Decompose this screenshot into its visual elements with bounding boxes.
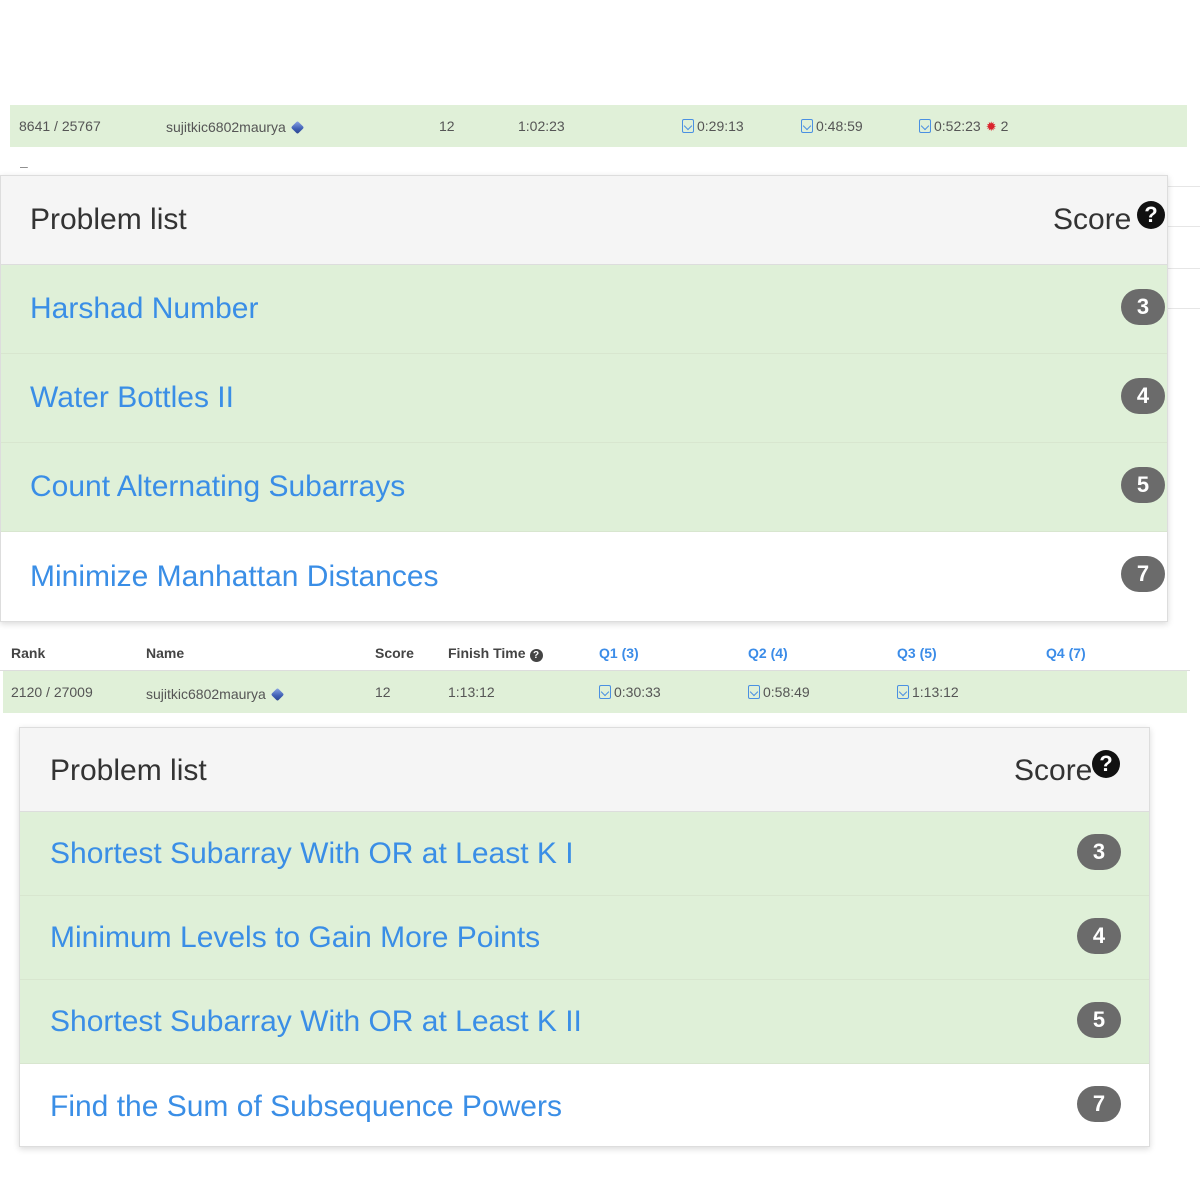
rank-value: 2120 / 27009 [11, 684, 93, 700]
finish-time-value: 1:13:12 [448, 684, 495, 700]
problem-row[interactable]: Shortest Subarray With OR at Least K I 3 [20, 812, 1149, 896]
score-badge: 7 [1121, 556, 1165, 592]
hidden-ranking-row: ‒ [10, 158, 1160, 172]
q2-submission-link[interactable]: 0:48:59 [801, 118, 863, 134]
score-column-label: Score [1053, 203, 1132, 236]
q3-bug-count: 2 [1000, 118, 1009, 134]
divider [1168, 226, 1200, 227]
score-badge: 7 [1077, 1086, 1121, 1122]
score-badge: 4 [1121, 378, 1165, 414]
submission-icon [919, 119, 931, 133]
q3-submission-link[interactable]: 0:52:23 ✹ 2 [919, 118, 1008, 135]
finish-time-value: 1:02:23 [518, 118, 565, 134]
problem-row[interactable]: Find the Sum of Subsequence Powers 7 [20, 1064, 1149, 1146]
score-badge: 3 [1077, 834, 1121, 870]
problem-row[interactable]: Water Bottles II 4 [1, 354, 1167, 443]
q3-column-header[interactable]: Q3 (5) [897, 645, 937, 661]
q1-time: 0:29:13 [697, 118, 744, 134]
problem-link[interactable]: Find the Sum of Subsequence Powers [50, 1090, 562, 1124]
ranking-row-contest-1: 8641 / 25767 sujitkic6802maurya 12 1:02:… [10, 105, 1187, 147]
problem-link[interactable]: Minimize Manhattan Distances [30, 560, 439, 594]
submission-icon [748, 685, 760, 699]
problem-link[interactable]: Water Bottles II [30, 381, 234, 415]
user-name-link[interactable]: sujitkic6802maurya [166, 119, 304, 135]
divider [1168, 308, 1200, 309]
bug-icon: ✹ [985, 119, 997, 134]
q2-column-header[interactable]: Q2 (4) [748, 645, 788, 661]
q2-submission-link[interactable]: 0:58:49 [748, 684, 810, 700]
problem-list-card-contest-2: Problem list Score ? Shortest Subarray W… [19, 727, 1150, 1147]
score-badge: 3 [1121, 289, 1165, 325]
q1-submission-link[interactable]: 0:30:33 [599, 684, 661, 700]
q1-time: 0:30:33 [614, 684, 661, 700]
score-column-header: Score [375, 645, 414, 661]
problem-list-card-contest-1: Problem list Score ? Harshad Number 3 Wa… [0, 175, 1168, 622]
ranking-row-contest-2: 2120 / 27009 sujitkic6802maurya 12 1:13:… [3, 671, 1187, 713]
score-badge: 5 [1121, 467, 1165, 503]
problem-link[interactable]: Minimum Levels to Gain More Points [50, 921, 540, 955]
score-badge: 4 [1077, 918, 1121, 954]
problem-link[interactable]: Harshad Number [30, 292, 258, 326]
problem-row[interactable]: Minimize Manhattan Distances 7 [1, 532, 1167, 621]
rank-value: 8641 / 25767 [19, 118, 101, 134]
score-column-label: Score [1014, 754, 1093, 787]
problem-link[interactable]: Count Alternating Subarrays [30, 470, 405, 504]
help-icon[interactable]: ? [529, 649, 543, 662]
q3-submission-link[interactable]: 1:13:12 [897, 684, 959, 700]
submission-icon [897, 685, 909, 699]
submission-icon [599, 685, 611, 699]
q3-time: 1:13:12 [912, 684, 959, 700]
problem-link[interactable]: Shortest Subarray With OR at Least K II [50, 1005, 582, 1039]
q3-time: 0:52:23 [934, 118, 981, 134]
finish-time-column-header: Finish Time? [448, 645, 543, 662]
q2-time: 0:48:59 [816, 118, 863, 134]
problem-link[interactable]: Shortest Subarray With OR at Least K I [50, 837, 574, 871]
q4-column-header[interactable]: Q4 (7) [1046, 645, 1086, 661]
ghost-cell: ‒ [20, 158, 28, 172]
background-table-edge [1168, 170, 1200, 640]
q1-submission-link[interactable]: 0:29:13 [682, 118, 744, 134]
help-icon[interactable]: ? [1137, 201, 1165, 229]
rank-column-header: Rank [11, 645, 46, 661]
user-badge-icon [270, 687, 284, 702]
problem-row[interactable]: Harshad Number 3 [1, 265, 1167, 354]
submission-icon [801, 119, 813, 133]
submission-icon [682, 119, 694, 133]
score-value: 12 [375, 684, 391, 700]
problem-list-header: Problem list Score ? [1, 176, 1167, 265]
finish-time-label: Finish Time [448, 645, 526, 661]
user-name-link[interactable]: sujitkic6802maurya [146, 686, 284, 702]
help-icon[interactable]: ? [1092, 750, 1120, 778]
problem-list-title: Problem list [30, 203, 187, 236]
divider [1168, 186, 1200, 187]
problem-list-header: Problem list Score ? [20, 728, 1149, 812]
ranking-table-header: Rank Name Score Finish Time? Q1 (3) Q2 (… [0, 642, 1190, 672]
user-badge-icon [290, 120, 304, 135]
q2-time: 0:58:49 [763, 684, 810, 700]
score-badge: 5 [1077, 1002, 1121, 1038]
user-name: sujitkic6802maurya [146, 686, 266, 702]
problem-list-title: Problem list [50, 754, 207, 787]
name-column-header: Name [146, 645, 185, 661]
divider [1168, 268, 1200, 269]
problem-row[interactable]: Count Alternating Subarrays 5 [1, 443, 1167, 532]
user-name: sujitkic6802maurya [166, 119, 286, 135]
problem-row[interactable]: Minimum Levels to Gain More Points 4 [20, 896, 1149, 980]
score-value: 12 [439, 118, 455, 134]
q1-column-header[interactable]: Q1 (3) [599, 645, 639, 661]
problem-row[interactable]: Shortest Subarray With OR at Least K II … [20, 980, 1149, 1064]
